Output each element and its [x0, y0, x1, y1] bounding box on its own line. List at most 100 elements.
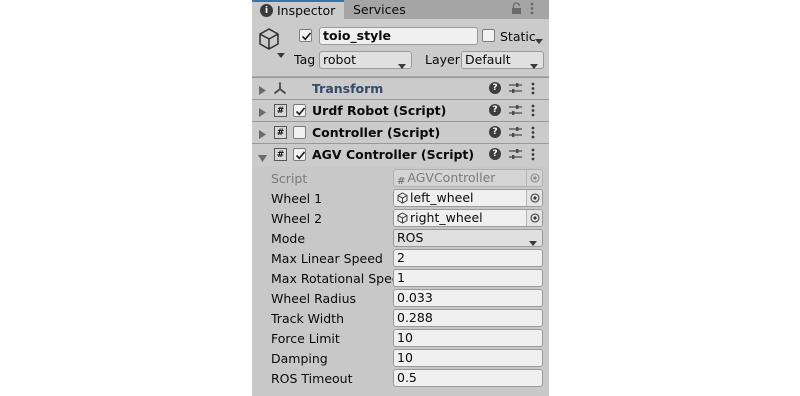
component-title: Transform	[312, 81, 384, 96]
gameobject-cube-icon	[397, 192, 408, 206]
component-controller[interactable]: # Controller (Script) ?	[252, 121, 549, 143]
preset-sliders-icon[interactable]	[509, 148, 522, 163]
property-label: Script	[271, 171, 308, 186]
max-linear-speed-field[interactable]: 2	[393, 249, 543, 267]
script-icon: #	[274, 126, 287, 139]
property-row-wheel-2: Wheel 2 right_wheel	[252, 208, 549, 228]
property-row-ros-timeout: ROS Timeout 0.5	[252, 368, 549, 388]
property-label: Damping	[271, 351, 328, 366]
component-enabled-checkbox[interactable]	[293, 148, 306, 161]
property-label: Wheel 2	[271, 211, 323, 226]
property-row-max-linear-speed: Max Linear Speed 2	[252, 248, 549, 268]
help-icon[interactable]: ?	[489, 82, 501, 94]
component-enabled-checkbox[interactable]	[293, 126, 306, 139]
layer-dropdown[interactable]: Default	[461, 51, 544, 69]
layer-value: Default	[465, 52, 511, 67]
script-field: # AGVController	[393, 169, 543, 187]
script-value: AGVController	[407, 170, 496, 185]
property-row-damping: Damping 10	[252, 348, 549, 368]
tab-services[interactable]: Services	[353, 0, 406, 19]
tag-dropdown[interactable]: robot	[319, 51, 412, 69]
agv-controller-properties: Script # AGVController Wheel 1 left_wheel…	[252, 167, 549, 396]
kebab-menu-icon[interactable]	[531, 82, 535, 98]
script-hash-icon: #	[397, 176, 406, 187]
damping-field[interactable]: 10	[393, 349, 543, 367]
fold-arrow-icon[interactable]	[259, 128, 266, 142]
kebab-menu-icon[interactable]	[531, 126, 535, 142]
gameobject-cube-icon	[397, 212, 408, 226]
help-icon[interactable]: ?	[489, 148, 501, 160]
fold-arrow-expanded-icon[interactable]	[258, 151, 267, 165]
wheel-radius-field[interactable]: 0.033	[393, 289, 543, 307]
gameobject-name-field[interactable]: toio_style	[319, 27, 478, 45]
property-row-script: Script # AGVController	[252, 168, 549, 188]
property-label: ROS Timeout	[271, 371, 353, 386]
tag-label: Tag	[294, 52, 316, 67]
component-agv-controller[interactable]: # AGV Controller (Script) ?	[252, 143, 549, 167]
property-row-track-width: Track Width 0.288	[252, 308, 549, 328]
help-icon[interactable]: ?	[489, 104, 501, 116]
property-row-mode: Mode ROS	[252, 228, 549, 248]
object-picker-icon[interactable]	[526, 210, 542, 226]
inspector-panel: i Inspector Services toio_style Static T…	[252, 0, 549, 396]
property-row-wheel-radius: Wheel Radius 0.033	[252, 288, 549, 308]
wheel-1-value: left_wheel	[410, 190, 474, 205]
tab-services-label: Services	[353, 2, 406, 17]
object-picker-icon	[526, 170, 542, 186]
chevron-down-icon	[530, 58, 538, 74]
kebab-menu-icon[interactable]	[530, 2, 534, 18]
layer-label: Layer	[425, 52, 460, 67]
component-title: Controller (Script)	[312, 125, 441, 140]
static-dropdown-arrow-icon[interactable]	[535, 34, 543, 48]
chevron-down-icon	[398, 58, 406, 74]
wheel-1-object-field[interactable]: left_wheel	[393, 189, 543, 207]
component-transform[interactable]: Transform ?	[252, 77, 549, 99]
wheel-2-value: right_wheel	[410, 210, 483, 225]
property-row-wheel-1: Wheel 1 left_wheel	[252, 188, 549, 208]
lock-icon[interactable]	[511, 2, 522, 18]
static-checkbox[interactable]	[482, 29, 495, 42]
tab-bar: i Inspector Services	[252, 0, 549, 19]
kebab-menu-icon[interactable]	[531, 148, 535, 164]
tab-inspector-label: Inspector	[277, 3, 336, 18]
component-title: Urdf Robot (Script)	[312, 103, 447, 118]
component-urdf-robot[interactable]: # Urdf Robot (Script) ?	[252, 99, 549, 121]
script-icon: #	[274, 104, 287, 117]
preset-sliders-icon[interactable]	[509, 82, 522, 97]
property-label: Wheel 1	[271, 191, 323, 206]
active-checkbox[interactable]	[299, 29, 312, 42]
property-row-force-limit: Force Limit 10	[252, 328, 549, 348]
icon-dropdown-arrow-icon[interactable]	[277, 48, 285, 62]
property-label: Max Linear Speed	[271, 251, 383, 266]
preset-sliders-icon[interactable]	[509, 104, 522, 119]
ros-timeout-field[interactable]: 0.5	[393, 369, 543, 387]
wheel-2-object-field[interactable]: right_wheel	[393, 209, 543, 227]
info-icon: i	[260, 4, 273, 17]
help-icon[interactable]: ?	[489, 126, 501, 138]
mode-value: ROS	[397, 230, 424, 245]
script-icon: #	[274, 148, 287, 161]
property-label: Force Limit	[271, 331, 340, 346]
component-enabled-checkbox[interactable]	[293, 104, 306, 117]
property-row-max-rotational-speed: Max Rotational Speed 1	[252, 268, 549, 288]
chevron-down-icon	[529, 235, 537, 246]
object-picker-icon[interactable]	[526, 190, 542, 206]
component-title: AGV Controller (Script)	[312, 147, 475, 162]
fold-arrow-icon[interactable]	[259, 106, 266, 120]
transform-icon	[273, 82, 287, 99]
static-label: Static	[500, 29, 536, 44]
mode-dropdown[interactable]: ROS	[393, 229, 543, 247]
kebab-menu-icon[interactable]	[531, 104, 535, 120]
gameobject-header: toio_style Static Tag robot Layer Defaul…	[252, 19, 549, 77]
tab-inspector[interactable]: i Inspector	[252, 0, 344, 19]
fold-arrow-icon[interactable]	[259, 84, 266, 98]
property-label: Max Rotational Speed	[271, 271, 393, 286]
property-label: Wheel Radius	[271, 291, 357, 306]
track-width-field[interactable]: 0.288	[393, 309, 543, 327]
max-rotational-speed-field[interactable]: 1	[393, 269, 543, 287]
property-label: Track Width	[271, 311, 344, 326]
preset-sliders-icon[interactable]	[509, 126, 522, 141]
tag-value: robot	[323, 52, 356, 67]
property-label: Mode	[271, 231, 306, 246]
force-limit-field[interactable]: 10	[393, 329, 543, 347]
